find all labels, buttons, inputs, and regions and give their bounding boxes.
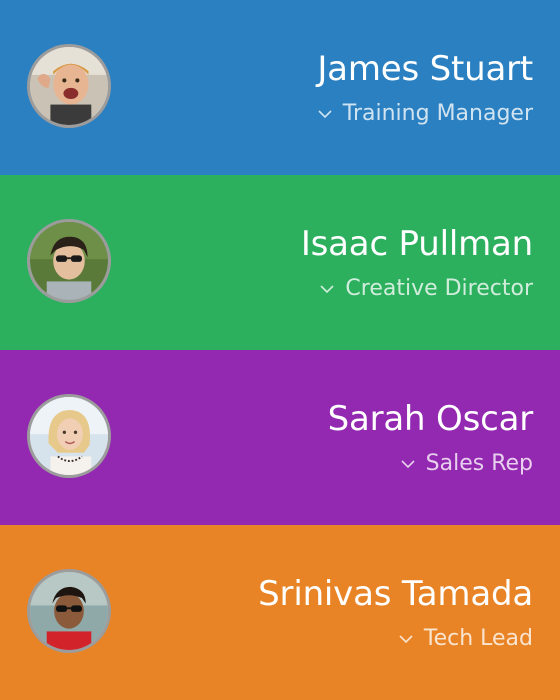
people-list: James Stuart Training Manager Isaac Pull… xyxy=(0,0,560,700)
chevron-down-icon xyxy=(399,455,417,473)
avatar-image xyxy=(30,397,108,475)
role-dropdown[interactable]: Tech Lead xyxy=(397,623,533,655)
avatar-image xyxy=(30,222,108,300)
person-name: James Stuart xyxy=(317,49,533,89)
person-card-sarah-oscar[interactable]: Sarah Oscar Sales Rep xyxy=(0,350,560,525)
role-dropdown[interactable]: Training Manager xyxy=(316,98,533,130)
role-dropdown[interactable]: Sales Rep xyxy=(399,448,533,480)
role-label: Sales Rep xyxy=(425,451,533,476)
chevron-down-icon xyxy=(316,105,334,123)
role-label: Training Manager xyxy=(342,101,533,126)
role-label: Creative Director xyxy=(345,276,533,301)
person-card-isaac-pullman[interactable]: Isaac Pullman Creative Director xyxy=(0,175,560,350)
chevron-down-icon xyxy=(397,630,415,648)
chevron-down-icon xyxy=(318,280,336,298)
person-card-srinivas-tamada[interactable]: Srinivas Tamada Tech Lead xyxy=(0,525,560,700)
avatar-image xyxy=(30,572,108,650)
avatar-image xyxy=(30,47,108,125)
person-name: Srinivas Tamada xyxy=(258,574,533,614)
role-label: Tech Lead xyxy=(423,626,533,651)
person-name: Sarah Oscar xyxy=(327,399,534,439)
avatar xyxy=(27,394,111,478)
role-dropdown[interactable]: Creative Director xyxy=(318,273,533,305)
avatar xyxy=(27,569,111,653)
avatar xyxy=(27,44,111,128)
avatar xyxy=(27,219,111,303)
person-name: Isaac Pullman xyxy=(300,224,533,264)
person-card-james-stuart[interactable]: James Stuart Training Manager xyxy=(0,0,560,175)
